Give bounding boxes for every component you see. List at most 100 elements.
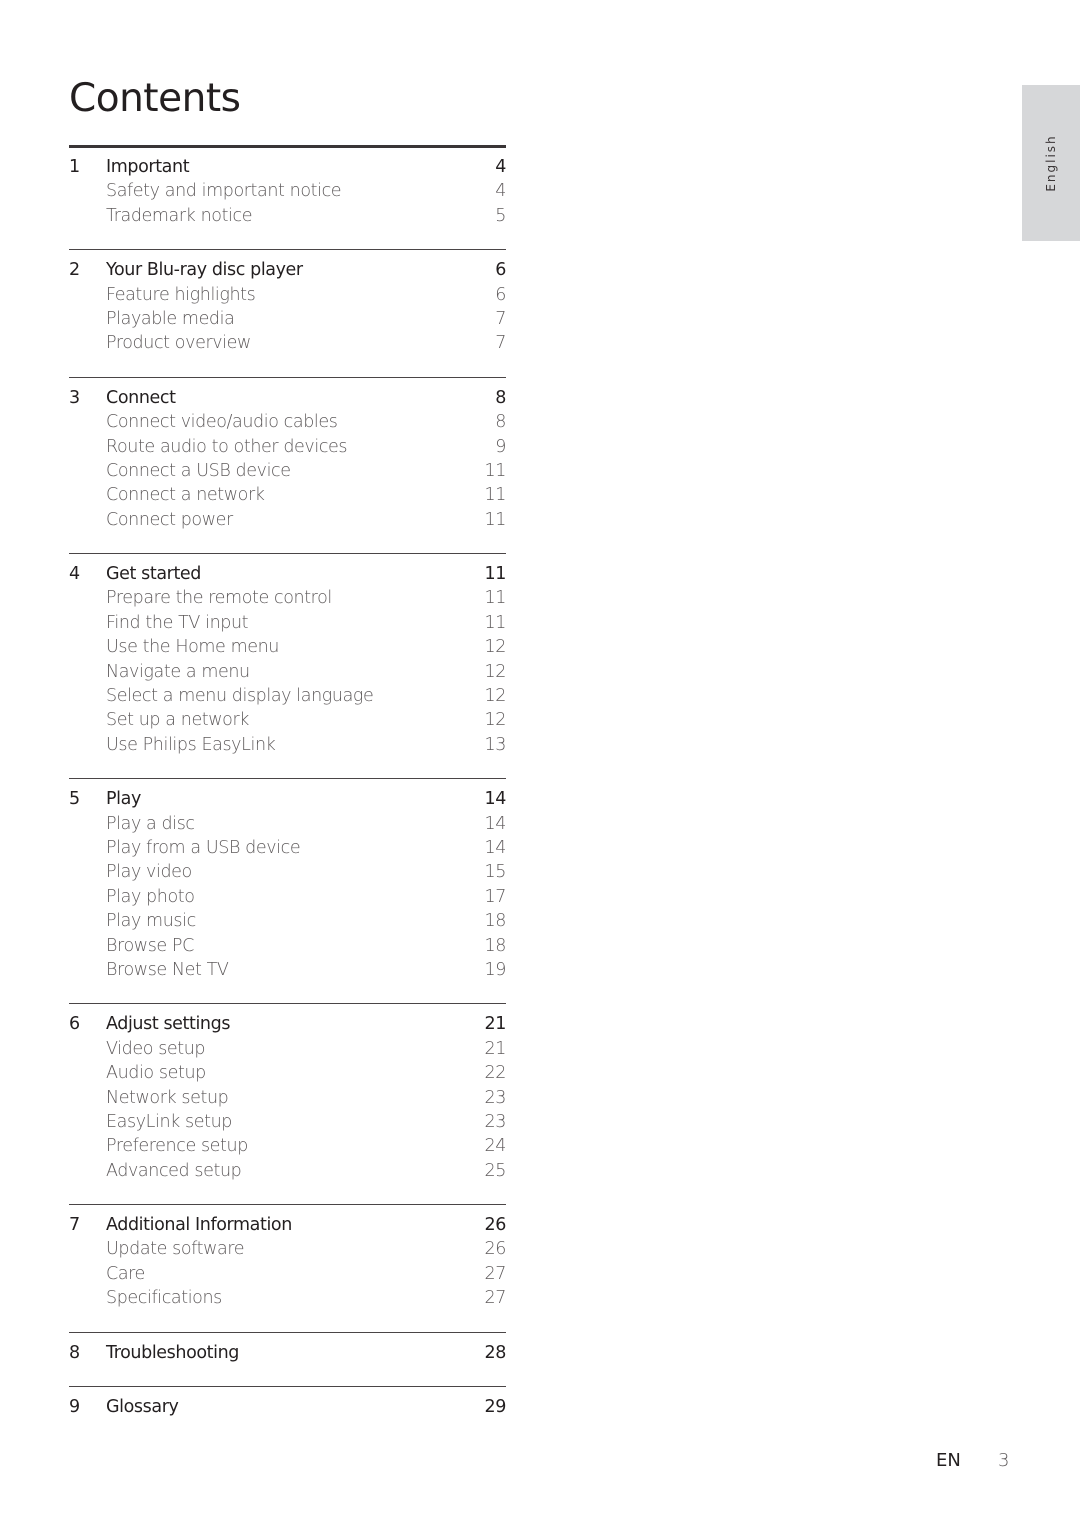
toc-subsection-entry[interactable]: Audio setup 22 [69, 1061, 506, 1085]
chapter-title[interactable]: Play [106, 787, 141, 811]
toc-subsection-entry[interactable]: Video setup 21 [69, 1037, 506, 1061]
toc-subsection-entry[interactable]: Trademark notice 5 [69, 204, 506, 228]
subsection-page: 18 [484, 911, 507, 932]
toc-subsection-entry[interactable]: Update software 26 [69, 1237, 506, 1261]
chapter-title[interactable]: Glossary [106, 1395, 179, 1419]
toc-chapter-entry[interactable]: 4 Get started 11 [69, 562, 506, 586]
toc-subsection-entry[interactable]: Connect power 11 [69, 508, 506, 532]
subsection-title[interactable]: Play music [106, 909, 196, 933]
toc-chapter-entry[interactable]: 9 Glossary 29 [69, 1395, 506, 1419]
chapter-number: 5 [69, 789, 80, 810]
toc-subsection-entry[interactable]: Play video 15 [69, 860, 506, 884]
toc-subsection-entry[interactable]: Select a menu display language 12 [69, 684, 506, 708]
subsection-title[interactable]: Route audio to other devices [106, 435, 348, 459]
subsection-page: 25 [484, 1160, 507, 1181]
toc-subsection-entry[interactable]: Browse PC 18 [69, 934, 506, 958]
toc-subsection-entry[interactable]: Care 27 [69, 1262, 506, 1286]
subsection-title[interactable]: Connect power [106, 508, 233, 532]
chapter-title[interactable]: Troubleshooting [106, 1341, 239, 1365]
toc-chapter-entry[interactable]: 8 Troubleshooting 28 [69, 1341, 506, 1365]
subsection-title[interactable]: Connect video/audio cables [106, 410, 338, 434]
toc-subsection-entry[interactable]: Preference setup 24 [69, 1134, 506, 1158]
chapter-page: 6 [495, 260, 506, 281]
subsection-page: 14 [484, 837, 507, 858]
subsection-title[interactable]: Play video [106, 860, 192, 884]
toc-subsection-entry[interactable]: EasyLink setup 23 [69, 1110, 506, 1134]
subsection-title[interactable]: Trademark notice [106, 204, 252, 228]
toc-subsection-entry[interactable]: Play music 18 [69, 909, 506, 933]
toc-subsection-entry[interactable]: Play photo 17 [69, 885, 506, 909]
toc-chapter-entry[interactable]: 6 Adjust settings 21 [69, 1012, 506, 1036]
toc-subsection-entry[interactable]: Set up a network 12 [69, 708, 506, 732]
subsection-page: 19 [484, 959, 507, 980]
toc-subsection-entry[interactable]: Advanced setup 25 [69, 1159, 506, 1183]
subsection-title[interactable]: Safety and important notice [106, 179, 342, 203]
toc-subsection-entry[interactable]: Product overview 7 [69, 331, 506, 355]
toc-subsection-entry[interactable]: Playable media 7 [69, 307, 506, 331]
toc-subsection-entry[interactable]: Use the Home menu 12 [69, 635, 506, 659]
subsection-title[interactable]: Play photo [106, 885, 195, 909]
subsection-page: 7 [495, 308, 506, 329]
subsection-title[interactable]: Prepare the remote control [106, 586, 332, 610]
subsection-page: 6 [495, 284, 506, 305]
toc-subsection-entry[interactable]: Connect a network 11 [69, 483, 506, 507]
subsection-title[interactable]: Feature highlights [106, 283, 256, 307]
chapter-title[interactable]: Your Blu-ray disc player [106, 258, 303, 282]
toc-chapter-entry[interactable]: 7 Additional Information 26 [69, 1213, 506, 1237]
toc-subsection-entry[interactable]: Route audio to other devices 9 [69, 435, 506, 459]
subsection-title[interactable]: Playable media [106, 307, 235, 331]
toc-section: 2 Your Blu-ray disc player 6 Feature highli… [69, 249, 506, 377]
chapter-title[interactable]: Connect [106, 386, 176, 410]
subsection-title[interactable]: Browse PC [106, 934, 194, 958]
toc-chapter-entry[interactable]: 2 Your Blu-ray disc player 6 [69, 258, 506, 282]
toc-subsection-entry[interactable]: Connect a USB device 11 [69, 459, 506, 483]
subsection-title[interactable]: Use the Home menu [106, 635, 279, 659]
subsection-title[interactable]: Update software [106, 1237, 244, 1261]
subsection-title[interactable]: Specifications [106, 1286, 222, 1310]
toc-subsection-entry[interactable]: Network setup 23 [69, 1086, 506, 1110]
subsection-page: 11 [484, 485, 507, 506]
toc-subsection-entry[interactable]: Specifications 27 [69, 1286, 506, 1310]
toc-chapter-entry[interactable]: 3 Connect 8 [69, 386, 506, 410]
subsection-title[interactable]: Connect a network [106, 483, 265, 507]
toc-subsection-entry[interactable]: Connect video/audio cables 8 [69, 410, 506, 434]
subsection-title[interactable]: Select a menu display language [106, 684, 374, 708]
subsection-title[interactable]: Product overview [106, 331, 251, 355]
subsection-title[interactable]: Audio setup [106, 1061, 206, 1085]
toc-subsection-entry[interactable]: Feature highlights 6 [69, 283, 506, 307]
subsection-page: 27 [484, 1288, 507, 1309]
subsection-page: 8 [495, 412, 506, 433]
subsection-title[interactable]: Preference setup [106, 1134, 248, 1158]
toc-chapter-entry[interactable]: 5 Play 14 [69, 787, 506, 811]
subsection-title[interactable]: Video setup [106, 1037, 206, 1061]
subsection-title[interactable]: EasyLink setup [106, 1110, 232, 1134]
toc-chapter-entry[interactable]: 1 Important 4 [69, 155, 506, 179]
toc-section: 4 Get started 11 Prepare the remote control… [69, 553, 506, 778]
subsection-title[interactable]: Play from a USB device [106, 836, 301, 860]
chapter-title[interactable]: Adjust settings [106, 1012, 230, 1036]
toc-subsection-entry[interactable]: Browse Net TV 19 [69, 958, 506, 982]
toc-subsection-entry[interactable]: Use Philips EasyLink 13 [69, 733, 506, 757]
subsection-title[interactable]: Play a disc [106, 812, 195, 836]
subsection-title[interactable]: Use Philips EasyLink [106, 733, 276, 757]
toc-subsection-entry[interactable]: Safety and important notice 4 [69, 179, 506, 203]
subsection-title[interactable]: Navigate a menu [106, 660, 250, 684]
subsection-title[interactable]: Care [106, 1262, 145, 1286]
chapter-title[interactable]: Additional Information [106, 1213, 292, 1237]
toc-subsection-entry[interactable]: Navigate a menu 12 [69, 660, 506, 684]
subsection-title[interactable]: Connect a USB device [106, 459, 291, 483]
subsection-page: 22 [484, 1063, 507, 1084]
toc-subsection-entry[interactable]: Find the TV input 11 [69, 611, 506, 635]
toc-subsection-entry[interactable]: Play a disc 14 [69, 812, 506, 836]
subsection-title[interactable]: Set up a network [106, 708, 249, 732]
subsection-title[interactable]: Browse Net TV [106, 958, 229, 982]
subsection-title[interactable]: Advanced setup [106, 1159, 242, 1183]
toc-subsection-entry[interactable]: Play from a USB device 14 [69, 836, 506, 860]
chapter-title[interactable]: Important [106, 155, 190, 179]
chapter-title[interactable]: Get started [106, 562, 201, 586]
subsection-title[interactable]: Find the TV input [106, 611, 249, 635]
subsection-page: 23 [484, 1087, 507, 1108]
subsection-title[interactable]: Network setup [106, 1086, 229, 1110]
subsection-page: 24 [484, 1136, 507, 1157]
toc-subsection-entry[interactable]: Prepare the remote control 11 [69, 586, 506, 610]
